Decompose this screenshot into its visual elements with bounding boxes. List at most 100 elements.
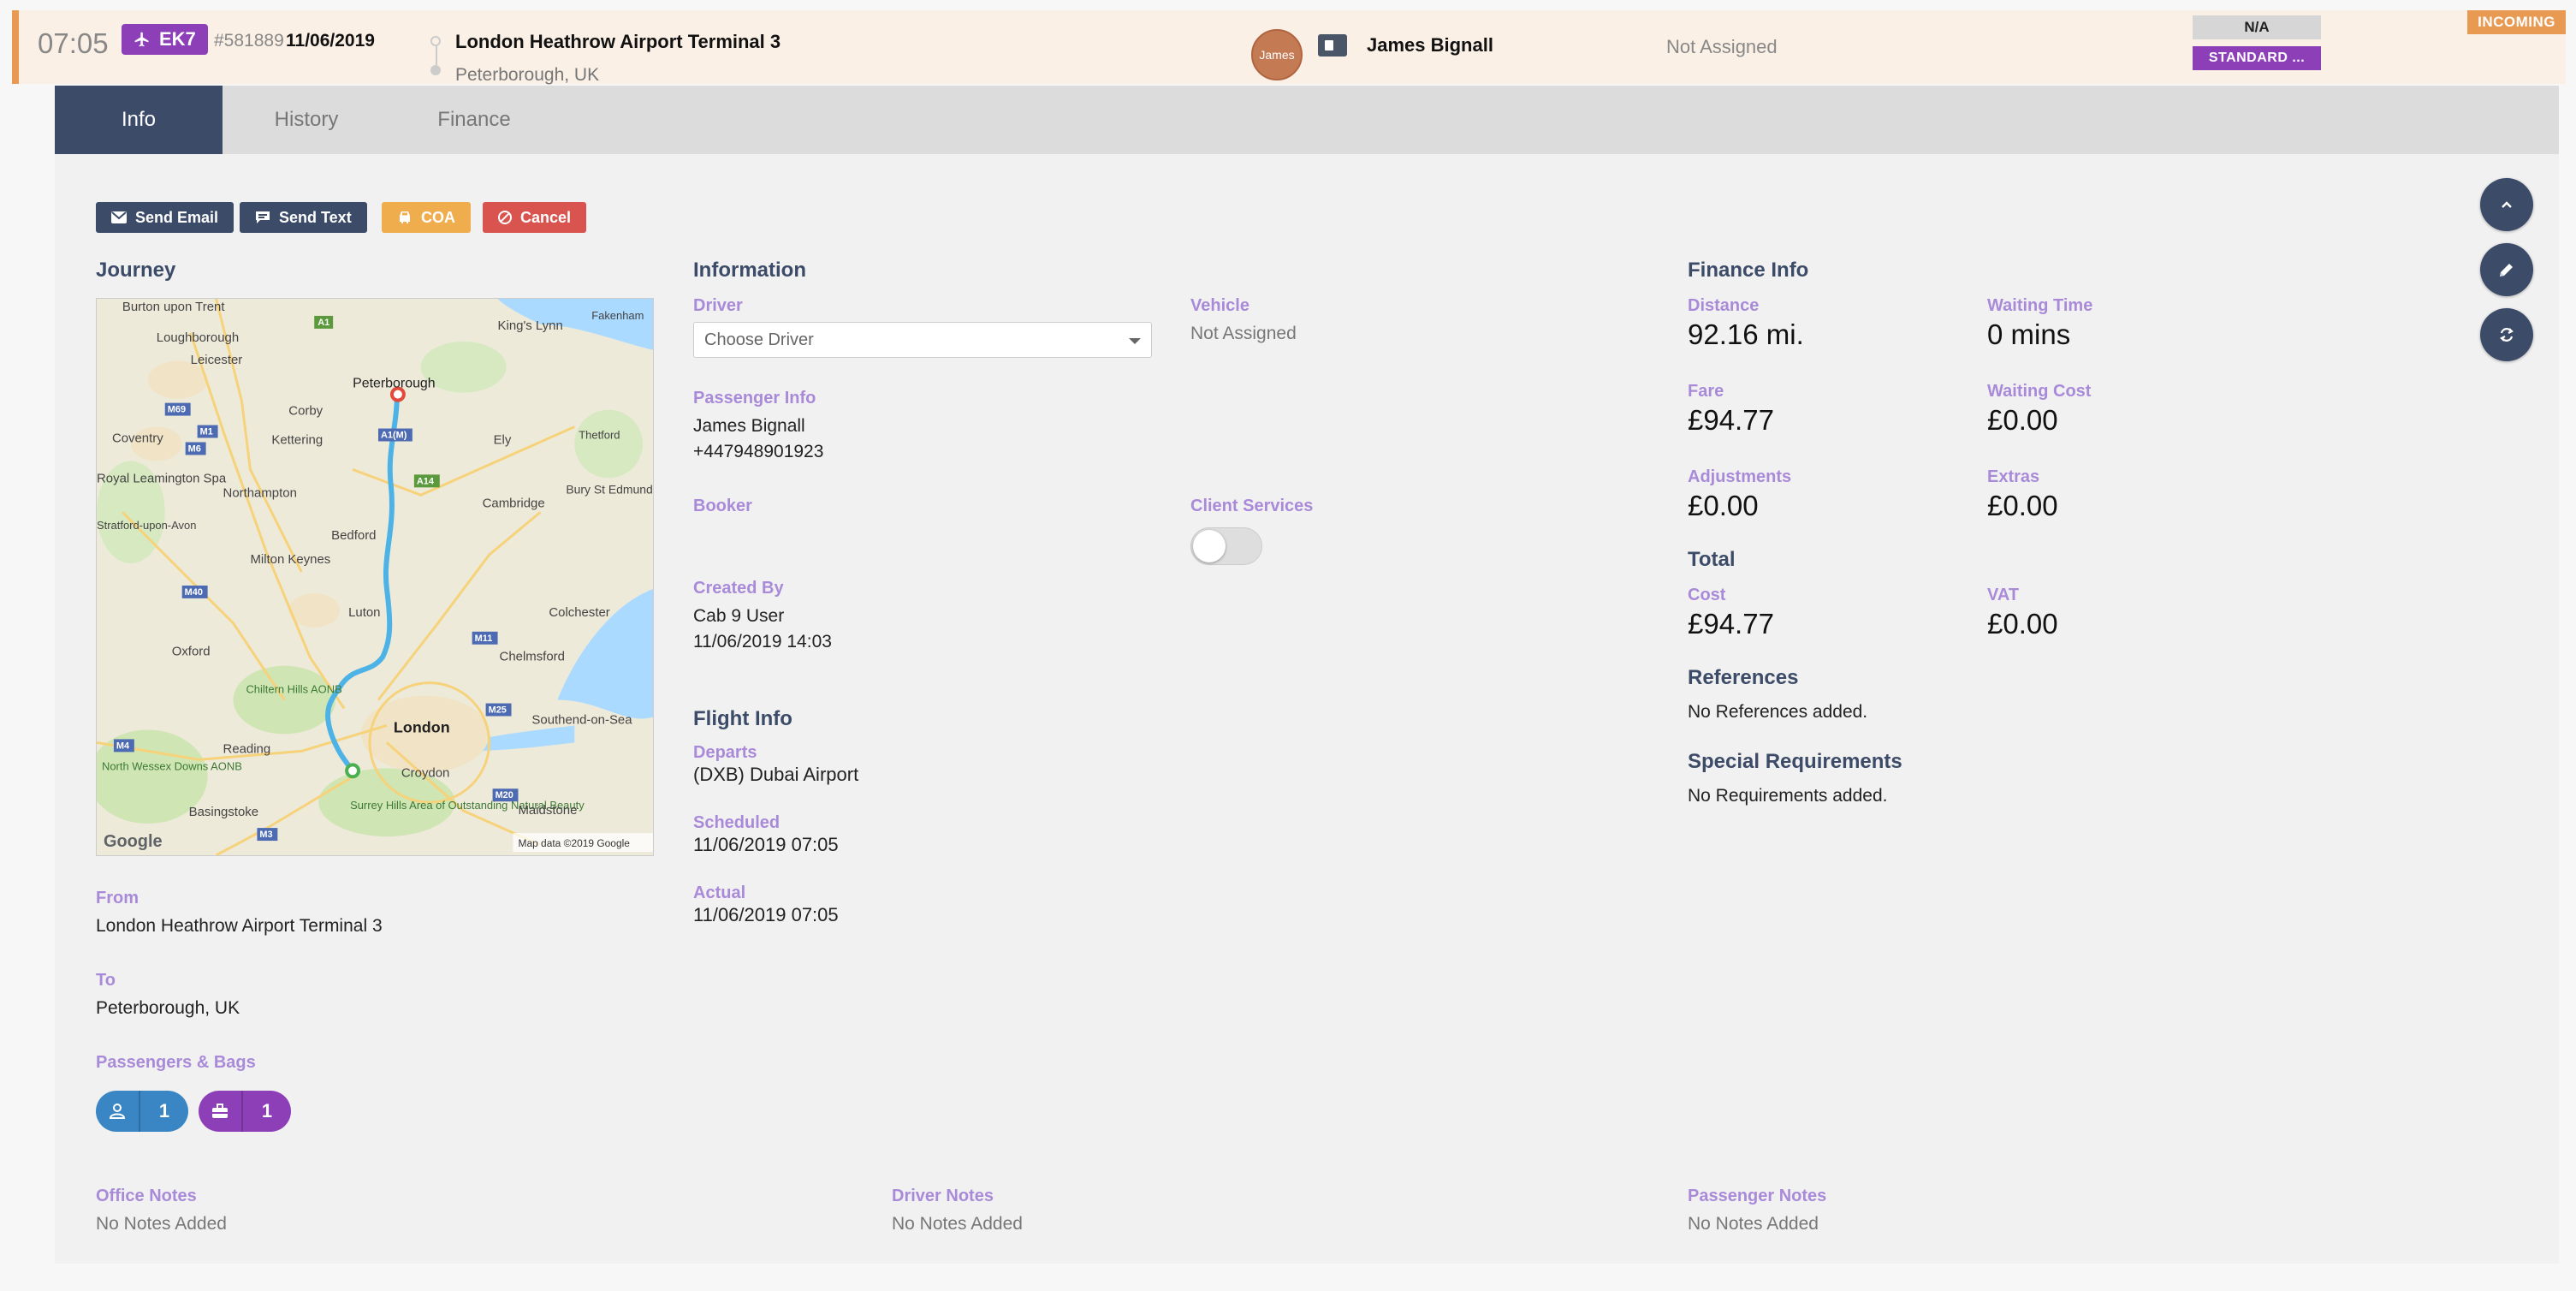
map-town: Thetford [579, 428, 620, 441]
route-map[interactable]: Burton upon Trent Loughborough Leicester… [96, 298, 654, 856]
departs-value: (DXB) Dubai Airport [693, 764, 859, 785]
send-text-button[interactable]: Send Text [240, 202, 367, 233]
car-icon [400, 211, 410, 223]
office-notes-value: No Notes Added [96, 1214, 227, 1234]
client-services-label: Client Services [1190, 497, 1314, 515]
distance-value: 92.16 mi. [1688, 318, 1804, 350]
road-shield: M20 [496, 790, 513, 800]
created-by-label: Created By [693, 579, 784, 598]
briefcase-icon [212, 1104, 228, 1118]
envelope-icon [111, 211, 127, 223]
map-town: Luton [348, 605, 380, 620]
cancel-label: Cancel [520, 208, 572, 226]
map-town: North Wessex Downs AONB [102, 759, 242, 772]
status-badge: INCOMING [2467, 10, 2566, 34]
map-town: Reading [223, 741, 271, 756]
references-title: References [1688, 666, 1799, 689]
created-by-user: Cab 9 User [693, 606, 785, 626]
map-town: Northampton [223, 485, 297, 500]
tab-info[interactable]: Info [55, 86, 223, 166]
coa-button[interactable]: COA [382, 202, 471, 233]
map-town: Southend-on-Sea [531, 712, 632, 727]
information-title: Information [693, 259, 806, 282]
map-town: Fakenham [591, 309, 644, 322]
adjustments-value: £0.00 [1688, 490, 1759, 521]
pickup-time: 07:05 [38, 27, 109, 59]
pencil-icon [2500, 264, 2513, 277]
passenger-avatar: James [1251, 29, 1303, 80]
chevron-up-icon [2502, 201, 2512, 208]
collapse-button[interactable] [2480, 178, 2533, 231]
vat-label: VAT [1987, 586, 2020, 604]
dropoff-dot-icon [430, 65, 441, 75]
distance-label: Distance [1688, 296, 1760, 315]
road-shield: M1 [200, 427, 213, 437]
tab-history[interactable]: History [223, 86, 390, 154]
map-town: Kettering [271, 432, 323, 447]
driver-select[interactable]: Choose Driver [693, 322, 1152, 358]
map-town: Cambridge [483, 496, 545, 510]
header-driver-status: Not Assigned [1666, 36, 1778, 57]
passengers-bags-label: Passengers & Bags [96, 1053, 256, 1072]
passenger-phone: +447948901923 [693, 442, 824, 461]
vehicle-label: Vehicle [1190, 296, 1249, 315]
cancel-button[interactable]: Cancel [483, 202, 587, 233]
chevron-down-icon [1129, 338, 1141, 344]
ban-icon [498, 211, 512, 224]
coa-label: COA [421, 208, 455, 226]
map-town: Peterborough [353, 377, 436, 391]
cost-label: Cost [1688, 586, 1726, 604]
edit-button[interactable] [2480, 243, 2533, 296]
waiting-cost-label: Waiting Cost [1987, 382, 2092, 401]
map-town: Oxford [172, 645, 211, 659]
chat-icon [256, 211, 270, 223]
road-shield: M25 [489, 705, 507, 716]
flight-info-title: Flight Info [693, 707, 792, 730]
booking-summary-row[interactable]: 07:05 EK7 #581889 11/06/2019 London Heat… [12, 10, 2566, 85]
waiting-time-value: 0 mins [1987, 318, 2071, 350]
tab-finance[interactable]: Finance [390, 86, 558, 154]
extras-value: £0.00 [1987, 490, 2058, 521]
map-town: Milton Keynes [250, 552, 330, 567]
route-map-canvas: Burton upon Trent Loughborough Leicester… [97, 299, 653, 855]
client-services-toggle[interactable] [1190, 527, 1262, 565]
bag-count-pill: 1 [199, 1091, 291, 1132]
vat-value: £0.00 [1987, 608, 2058, 640]
map-town: Croydon [401, 765, 449, 780]
driver-select-placeholder: Choose Driver [704, 330, 814, 349]
fare-label: Fare [1688, 382, 1724, 401]
map-provider-logo: Google [104, 832, 163, 851]
booker-label: Booker [693, 497, 752, 515]
map-town: Stratford-upon-Avon [97, 519, 196, 532]
send-email-button[interactable]: Send Email [96, 202, 234, 233]
passenger-count-pill: 1 [96, 1091, 188, 1132]
passenger-notes-value: No Notes Added [1688, 1214, 1819, 1234]
from-value: London Heathrow Airport Terminal 3 [96, 916, 383, 936]
to-label: To [96, 971, 116, 990]
special-requirements-value: No Requirements added. [1688, 786, 1888, 806]
passenger-notes-label: Passenger Notes [1688, 1187, 1827, 1205]
cost-value: £94.77 [1688, 608, 1774, 640]
origin-marker-icon [345, 763, 361, 779]
road-shield: M40 [185, 587, 203, 598]
departs-label: Departs [693, 743, 757, 762]
refresh-button[interactable] [2480, 308, 2533, 361]
map-town: Leicester [191, 353, 243, 367]
driver-notes-value: No Notes Added [892, 1214, 1023, 1234]
map-town: Corby [288, 404, 323, 419]
waiting-cost-value: £0.00 [1987, 404, 2058, 436]
map-town: Coventry [112, 431, 163, 445]
created-by-time: 11/06/2019 14:03 [693, 632, 832, 651]
total-title: Total [1688, 548, 1736, 571]
office-notes-label: Office Notes [96, 1187, 197, 1205]
user-icon [110, 1104, 125, 1119]
fare-value: £94.77 [1688, 404, 1774, 436]
map-town: Bedford [331, 528, 376, 543]
road-shield: M6 [188, 443, 201, 454]
to-value: Peterborough, UK [96, 998, 240, 1018]
driver-label: Driver [693, 296, 743, 315]
header-passenger-name: James Bignall [1367, 34, 1493, 56]
send-email-label: Send Email [135, 208, 219, 226]
scheduled-value: 11/06/2019 07:05 [693, 834, 839, 855]
map-town: Chelmsford [500, 650, 565, 664]
